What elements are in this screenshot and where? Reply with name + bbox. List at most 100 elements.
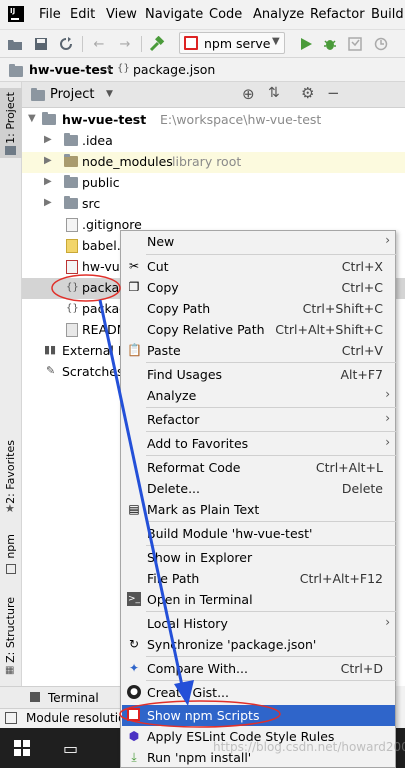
open-folder-icon[interactable]: [6, 35, 24, 53]
menu-item-copy-path[interactable]: Copy Path Ctrl+Shift+C: [122, 298, 395, 319]
menu-item-show-npm-scripts[interactable]: Show npm Scripts: [122, 705, 395, 726]
tree-item-label: public: [82, 175, 120, 190]
download-icon: ⤓: [131, 750, 137, 764]
menu-item-label: Mark as Plain Text: [147, 502, 260, 517]
menu-code[interactable]: Code: [209, 7, 242, 22]
tool-window-npm[interactable]: npm: [4, 534, 17, 559]
menu-item-find-usages[interactable]: Find Usages Alt+F7: [122, 364, 395, 385]
tree-item-node-modules[interactable]: ▶ node_modules library root: [22, 152, 405, 173]
menu-file[interactable]: File: [39, 7, 61, 22]
tree-item-label: src: [82, 196, 101, 211]
menu-item-build-module[interactable]: Build Module 'hw-vue-test': [122, 523, 395, 544]
library-icon: ▮▮: [44, 343, 57, 356]
cut-icon: ✂: [128, 259, 140, 273]
menu-item-delete[interactable]: Delete... Delete: [122, 478, 395, 499]
gear-icon[interactable]: ⚙: [301, 84, 314, 102]
menu-item-mark-as-plain-text[interactable]: ▤ Mark as Plain Text: [122, 499, 395, 520]
paste-icon: 📋: [127, 343, 142, 357]
status-bar: Module resolutio: [0, 708, 125, 728]
menu-item-new[interactable]: New ›: [122, 231, 395, 252]
collapsed-arrow-icon: ▶: [44, 134, 52, 145]
collapse-all-icon[interactable]: ⇅: [268, 85, 280, 101]
scratches-icon: ✎: [46, 364, 56, 377]
tool-window-favorites[interactable]: 2: Favorites: [4, 440, 17, 504]
tree-item-label: External Li: [62, 343, 129, 358]
menu-item-copy-relative-path[interactable]: Copy Relative Path Ctrl+Alt+Shift+C: [122, 319, 395, 340]
breadcrumb-file[interactable]: package.json: [133, 62, 215, 77]
menu-item-local-history[interactable]: Local History ›: [122, 613, 395, 634]
breadcrumb: hw-vue-test › {} package.json: [0, 58, 405, 82]
chevron-down-icon[interactable]: ▼: [106, 89, 113, 99]
tool-window-project[interactable]: 1: Project: [4, 92, 17, 144]
submenu-arrow-icon: ›: [385, 411, 390, 425]
structure-icon: ▦: [5, 665, 15, 676]
project-view-select[interactable]: Project: [50, 87, 94, 102]
collapsed-arrow-icon: ▶: [44, 197, 52, 208]
menu-item-label: Copy Path: [147, 301, 211, 316]
bottom-tool-tabs: Terminal: [0, 686, 120, 708]
star-icon: ★: [5, 502, 15, 515]
menu-edit[interactable]: Edit: [70, 7, 95, 22]
build-hammer-icon[interactable]: [148, 35, 166, 53]
tab-terminal[interactable]: Terminal: [48, 691, 99, 705]
tree-item-public[interactable]: ▶ public: [22, 173, 405, 194]
menu-item-synchronize[interactable]: ↻ Synchronize 'package.json': [122, 634, 395, 655]
profiler-icon[interactable]: [372, 35, 390, 53]
menu-item-shortcut: Ctrl+X: [341, 259, 383, 274]
menu-view[interactable]: View: [106, 7, 137, 22]
run-icon[interactable]: [297, 35, 315, 53]
breadcrumb-project[interactable]: hw-vue-test: [29, 62, 113, 77]
submenu-arrow-icon: ›: [385, 435, 390, 449]
tool-window-structure[interactable]: Z: Structure: [4, 597, 17, 663]
locate-target-icon[interactable]: ⊕: [242, 85, 255, 103]
status-toggle-icon[interactable]: [5, 712, 17, 724]
menu-item-file-path[interactable]: File Path Ctrl+Alt+F12: [122, 568, 395, 589]
back-arrow-icon[interactable]: ←: [90, 35, 108, 53]
run-configuration-select[interactable]: npm serve ▼: [179, 32, 285, 54]
menu-item-reformat-code[interactable]: Reformat Code Ctrl+Alt+L: [122, 457, 395, 478]
menu-item-analyze[interactable]: Analyze ›: [122, 385, 395, 406]
coverage-icon[interactable]: [346, 35, 364, 53]
json-file-icon: {}: [117, 63, 130, 74]
menu-item-label: Create Gist...: [147, 685, 230, 700]
tree-root[interactable]: ▼ hw-vue-test E:\workspace\hw-vue-test: [22, 110, 405, 131]
menu-item-paste[interactable]: 📋 Paste Ctrl+V: [122, 340, 395, 361]
menu-item-copy[interactable]: ❐ Copy Ctrl+C: [122, 277, 395, 298]
menu-refactor[interactable]: Refactor: [310, 7, 365, 22]
menu-item-label: Open in Terminal: [147, 592, 253, 607]
menu-item-cut[interactable]: ✂ Cut Ctrl+X: [122, 256, 395, 277]
eslint-icon: ⬢: [128, 729, 140, 743]
menu-item-compare-with[interactable]: ✦ Compare With... Ctrl+D: [122, 658, 395, 679]
run-configuration-label: npm serve: [204, 36, 271, 51]
status-text: Module resolutio: [26, 711, 126, 725]
tree-item-src[interactable]: ▶ src: [22, 194, 405, 215]
menu-item-refactor[interactable]: Refactor ›: [122, 409, 395, 430]
forward-arrow-icon[interactable]: →: [116, 35, 134, 53]
sync-icon: ↻: [128, 637, 140, 651]
submenu-arrow-icon: ›: [385, 615, 390, 629]
debug-bug-icon[interactable]: [321, 35, 339, 53]
copy-icon: ❐: [128, 280, 140, 294]
project-tool-icon: [5, 146, 16, 155]
tree-item-note: library root: [172, 154, 242, 169]
menu-navigate[interactable]: Navigate: [145, 7, 203, 22]
chevron-down-icon: ▼: [272, 36, 280, 47]
menu-item-open-in-terminal[interactable]: >_ Open in Terminal: [122, 589, 395, 610]
menu-item-add-to-favorites[interactable]: Add to Favorites ›: [122, 433, 395, 454]
task-view-icon[interactable]: ▭: [63, 739, 78, 758]
menu-analyze[interactable]: Analyze: [253, 7, 304, 22]
minimize-icon[interactable]: −: [327, 84, 340, 102]
menu-item-label: Cut: [147, 259, 169, 274]
windows-start-icon[interactable]: [14, 740, 30, 756]
menu-build[interactable]: Build: [371, 7, 404, 22]
collapsed-arrow-icon: ▶: [44, 176, 52, 187]
save-icon[interactable]: [32, 35, 50, 53]
submenu-arrow-icon: ›: [385, 233, 390, 247]
tree-root-path: E:\workspace\hw-vue-test: [160, 112, 322, 127]
sync-icon[interactable]: [57, 35, 75, 53]
menu-item-create-gist[interactable]: ● Create Gist...: [122, 682, 395, 703]
tree-root-name: hw-vue-test: [62, 112, 147, 127]
menu-item-label: File Path: [147, 571, 200, 586]
menu-item-show-in-explorer[interactable]: Show in Explorer: [122, 547, 395, 568]
tree-item-idea[interactable]: ▶ .idea: [22, 131, 405, 152]
